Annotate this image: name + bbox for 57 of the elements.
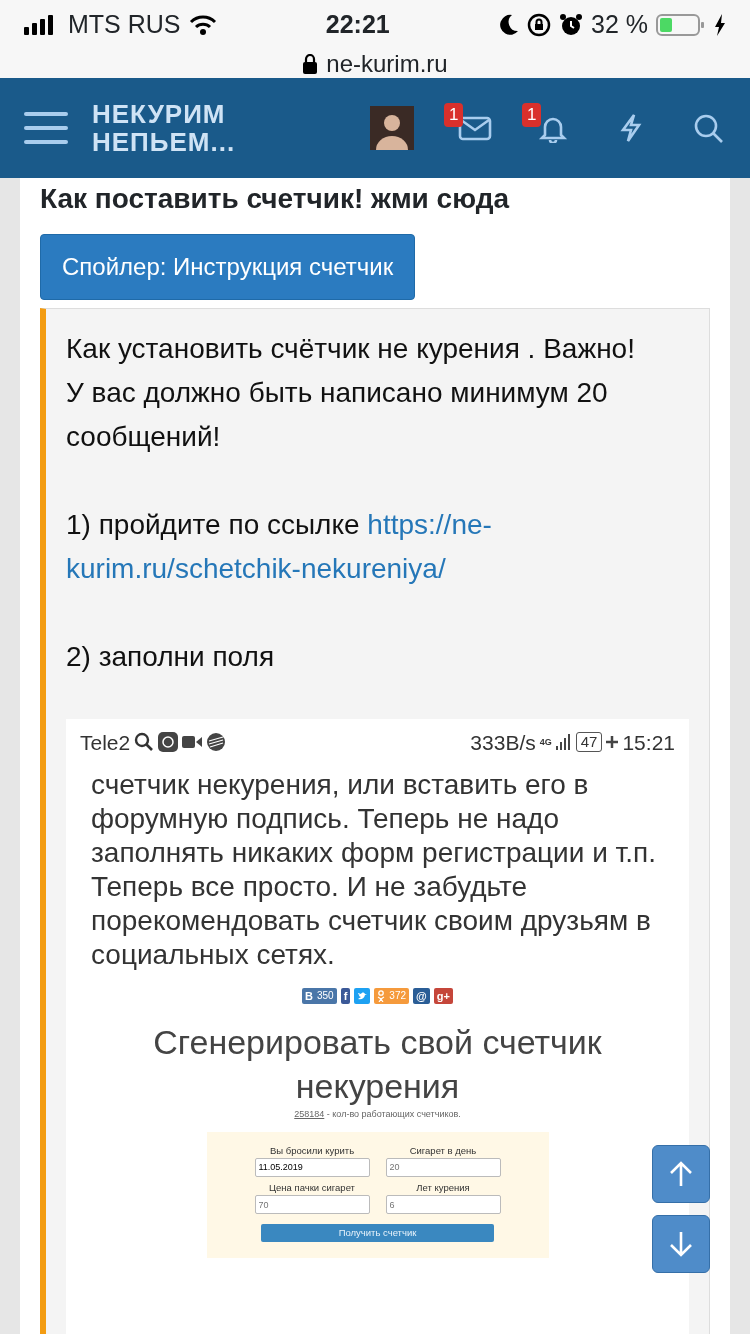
share-button[interactable]: @: [413, 988, 430, 1005]
body-text: счетчик некурения, или вставить его в форумную подпись. Теперь не надо заполнять никаких форм регистрации и т.п. Теперь все просто. И не забудьте порекомендовать счетчик своим друзьям в социальных сетях.: [90, 768, 658, 973]
link[interactable]: kurim.ru/schetchik-nekureniya/: [66, 552, 446, 584]
link[interactable]: https://ne-: [367, 508, 492, 540]
input-field[interactable]: 11.05.2019: [254, 1157, 370, 1177]
network-type: 4G: [539, 735, 552, 749]
bird-icon: [357, 991, 368, 1002]
moon-icon: [499, 14, 519, 36]
signal-icon: [555, 734, 572, 751]
battery-percent: 32 %: [591, 9, 648, 41]
scroll-up-button[interactable]: [652, 1145, 710, 1203]
site-logo[interactable]: НЕКУРИМ НЕПЬЕМ...: [92, 100, 236, 156]
url-text: ne-kurim.ru: [326, 52, 448, 76]
clock-time: 22:21: [325, 9, 390, 41]
input-field[interactable]: 6: [385, 1195, 501, 1215]
count-badge: 1: [522, 103, 542, 127]
share-button[interactable]: f: [340, 988, 351, 1005]
spoiler-button[interactable]: Спойлер: Инструкция счетчик: [40, 233, 416, 300]
share-button[interactable]: В 350: [302, 988, 337, 1005]
input-field[interactable]: 70: [254, 1195, 370, 1215]
lock-icon: [302, 54, 319, 74]
rotation-lock-icon: [527, 13, 551, 37]
wifi-icon: [188, 15, 217, 35]
avatar[interactable]: [370, 106, 414, 150]
scroll-down-button[interactable]: [652, 1215, 710, 1273]
paragraph: 2) заполни поля: [66, 639, 276, 674]
share-button[interactable]: [354, 988, 371, 1005]
video-camera-icon: [182, 735, 203, 750]
page-heading: Сгенерировать свой счетчик некурения: [152, 1022, 603, 1108]
count-badge: 1: [444, 103, 464, 127]
bank-logo-icon: [206, 732, 227, 753]
submit-button[interactable]: Получить счетчик: [261, 1224, 494, 1243]
counter-caption: - кол-во работающих счетчиков.: [326, 1109, 461, 1120]
charging-icon: [606, 736, 619, 749]
menu-icon[interactable]: [24, 110, 68, 146]
field-label: Цена пачки сигарет: [268, 1180, 356, 1195]
app-icon: [158, 732, 179, 753]
counter-number[interactable]: 258184: [294, 1109, 325, 1120]
network-speed: 333B/s: [470, 729, 536, 756]
battery-icon: [656, 13, 706, 37]
search-icon: [134, 732, 155, 753]
carrier-name: Tele2: [80, 729, 131, 756]
field-label: Вы бросили курить: [268, 1143, 356, 1158]
paragraph: Как установить счётчик не курения . Важно! У вас должно быть написано минимум 20 сообщений!: [66, 331, 636, 454]
field-label: Лет курения: [415, 1180, 471, 1195]
field-label: Сигарет в день: [408, 1143, 478, 1158]
share-button[interactable]: g+: [433, 988, 453, 1005]
charging-icon: [714, 14, 726, 36]
alarm-icon: [559, 13, 583, 37]
clock-time: 15:21: [622, 729, 675, 756]
battery-level: 47: [575, 732, 603, 753]
person-icon: [377, 990, 386, 1003]
paragraph: 1) пройдите по ссылке https://ne- kurim.ru/schetchik-nekureniya/: [66, 507, 493, 586]
post-title: Как поставить счетчик! жми сюда: [40, 182, 511, 216]
scroll-down-icon: [667, 1230, 695, 1258]
input-field[interactable]: 20: [385, 1157, 501, 1177]
carrier-name: MTS RUS: [68, 9, 181, 41]
